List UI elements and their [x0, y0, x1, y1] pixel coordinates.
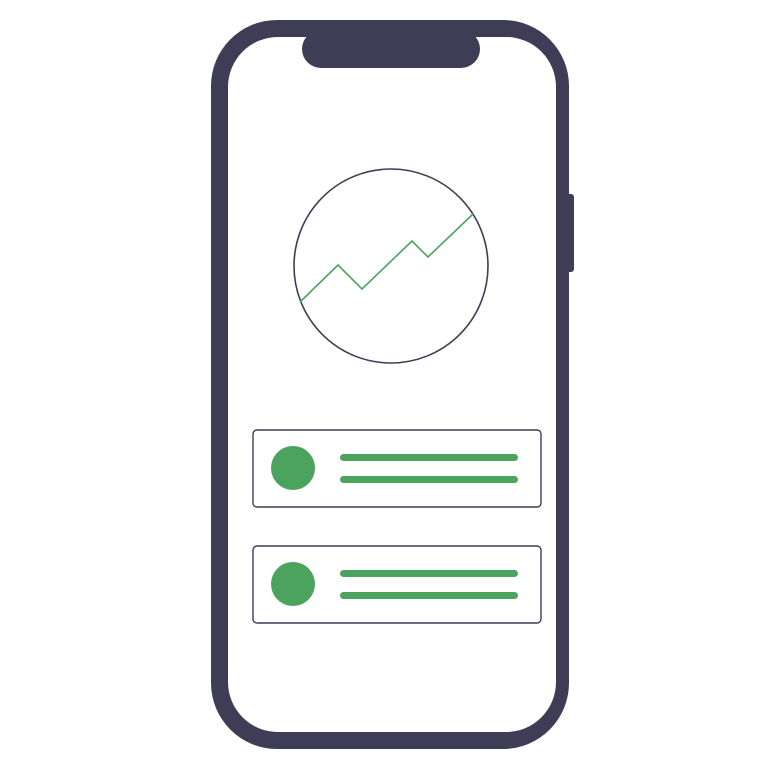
list-line	[340, 476, 518, 483]
list-line	[340, 454, 518, 461]
avatar-circle	[271, 562, 315, 606]
phone-screen	[228, 37, 556, 732]
list-item[interactable]	[252, 545, 542, 624]
list-item[interactable]	[252, 429, 542, 508]
list-line	[340, 570, 518, 577]
phone-notch	[302, 30, 480, 68]
list-line	[340, 592, 518, 599]
phone-illustration	[211, 20, 574, 749]
avatar-circle	[271, 446, 315, 490]
